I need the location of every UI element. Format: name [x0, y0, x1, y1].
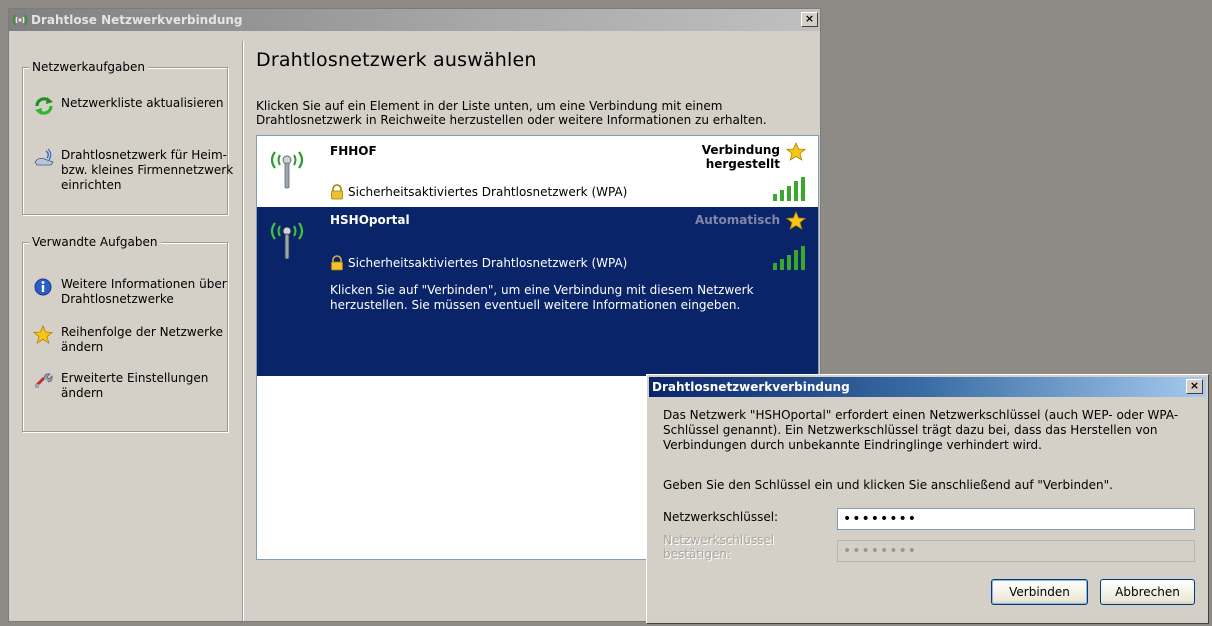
star-icon [33, 325, 54, 344]
close-icon: × [804, 12, 815, 25]
related-tasks-title: Verwandte Aufgaben [29, 235, 161, 249]
settings-icon [34, 373, 53, 388]
network-item-fhhof[interactable]: FHHOF Verbindung hergestellt Sicherheits… [257, 136, 818, 207]
window-title: Drahtlose Netzwerkverbindung [31, 13, 243, 27]
status-line-2: hergestellt [705, 157, 780, 171]
lock-icon [331, 184, 343, 200]
dialog-instruction: Geben Sie den Schlüssel ein und klicken … [663, 478, 1113, 492]
confirm-key-label: Netzwerkschlüssel bestätigen: [663, 533, 775, 561]
dialog-message: Das Netzwerk "HSHOportal" erfordert eine… [663, 408, 1179, 452]
antenna-icon [270, 222, 304, 260]
task-pane: Netzwerkaufgaben Netzwerkliste aktualisi… [9, 31, 242, 621]
network-status: Automatisch [695, 213, 780, 227]
confirm-key-input: •••••••• [837, 540, 1195, 562]
dialog-title: Drahtlosnetzwerkverbindung [652, 380, 850, 394]
signal-strength-icon [773, 246, 805, 270]
star-icon [786, 142, 806, 161]
network-name: FHHOF [330, 144, 377, 158]
network-item-hshoportal[interactable]: HSHOportal Automatisch Sicherheitsaktivi… [257, 207, 818, 376]
connect-button[interactable]: Verbinden [991, 579, 1088, 605]
network-description: Klicken Sie auf "Verbinden", um eine Ver… [330, 283, 754, 312]
refresh-network-list-label: Netzwerkliste aktualisieren [61, 96, 224, 110]
change-network-order-label: Reihenfolge der Netzwerke ändern [61, 325, 223, 354]
network-key-input[interactable]: •••••••• [837, 508, 1195, 530]
star-icon [786, 211, 806, 230]
dialog-titlebar[interactable]: Drahtlosnetzwerkverbindung × [649, 377, 1206, 397]
lock-icon [331, 255, 343, 271]
wireless-icon [12, 14, 28, 26]
signal-strength-icon [773, 177, 805, 201]
status-line-1: Automatisch [694, 213, 780, 227]
change-network-order-task[interactable]: Reihenfolge der Netzwerke ändern [33, 325, 238, 355]
network-security: Sicherheitsaktiviertes Drahtlosnetzwerk … [330, 255, 627, 271]
antenna-icon [270, 151, 304, 189]
network-tasks-group: Netzwerkaufgaben Netzwerkliste aktualisi… [22, 60, 233, 215]
network-key-label: Netzwerkschlüssel: [663, 510, 779, 524]
setup-wireless-network-task[interactable]: Drahtlosnetzwerk für Heim- bzw. kleines … [33, 148, 238, 193]
setup-wireless-network-label: Drahtlosnetzwerk für Heim- bzw. kleines … [61, 148, 234, 192]
network-tasks-title: Netzwerkaufgaben [29, 60, 148, 74]
advanced-settings-label: Erweiterte Einstellungen ändern [61, 371, 209, 400]
cancel-button[interactable]: Abbrechen [1100, 579, 1195, 605]
intro-text: Klicken Sie auf ein Element in der Liste… [256, 99, 767, 127]
related-tasks-group: Verwandte Aufgaben Weitere Informationen… [22, 235, 228, 432]
close-button[interactable]: × [801, 12, 818, 27]
network-status: Verbindung hergestellt [702, 143, 780, 171]
status-line-1: Verbindung [701, 143, 780, 157]
refresh-network-list-task[interactable]: Netzwerkliste aktualisieren [33, 96, 238, 116]
refresh-icon [35, 97, 53, 115]
security-label: Sicherheitsaktiviertes Drahtlosnetzwerk … [348, 185, 628, 199]
close-icon: × [1189, 379, 1200, 392]
info-icon [34, 278, 52, 296]
network-name: HSHOportal [330, 213, 410, 227]
more-info-task[interactable]: Weitere Informationen über Drahtlosnetzw… [33, 277, 238, 307]
dialog-close-button[interactable]: × [1186, 379, 1203, 394]
network-security: Sicherheitsaktiviertes Drahtlosnetzwerk … [330, 184, 627, 200]
page-title: Drahtlosnetzwerk auswählen [256, 49, 537, 71]
more-info-label: Weitere Informationen über Drahtlosnetzw… [61, 277, 227, 306]
security-label: Sicherheitsaktiviertes Drahtlosnetzwerk … [348, 256, 628, 270]
network-key-dialog: Drahtlosnetzwerkverbindung × Das Netzwer… [646, 374, 1209, 624]
main-titlebar[interactable]: Drahtlose Netzwerkverbindung × [9, 9, 820, 31]
wireless-setup-icon [34, 148, 54, 166]
advanced-settings-task[interactable]: Erweiterte Einstellungen ändern [33, 371, 238, 401]
